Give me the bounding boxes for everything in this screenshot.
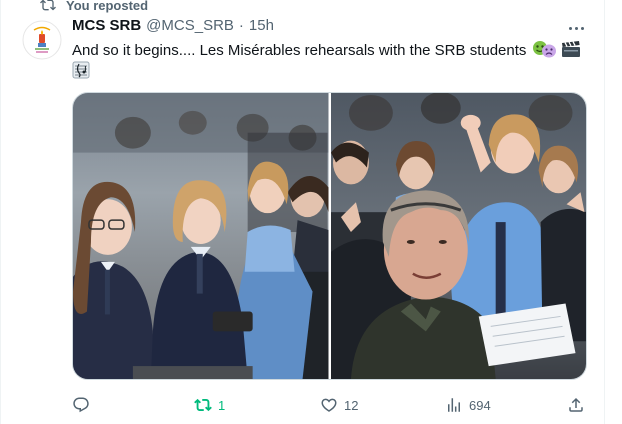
repost-icon [40,0,56,11]
reply-button[interactable] [72,394,90,416]
repost-banner[interactable]: You reposted [40,0,148,14]
header-separator: · [238,17,244,34]
timeline-border-right [604,0,605,424]
performing-arts-icon [532,41,556,58]
photo-students-row-image [73,93,329,379]
photo-group-selfie[interactable] [330,93,586,379]
repost-button[interactable]: 1 [194,394,225,416]
tweet-timestamp[interactable]: 15h [249,17,274,34]
views-button[interactable]: 694 [445,394,491,416]
views-icon [448,398,460,412]
avatar[interactable] [22,20,62,60]
share-button[interactable] [567,394,585,416]
share-icon [569,397,583,412]
tweet-text: And so it begins.... Les Misérables rehe… [72,40,587,82]
repost-count: 1 [218,397,226,413]
heart-icon [321,398,337,412]
tweet-body: And so it begins.... Les Misérables rehe… [72,42,527,59]
clapper-board-icon [561,41,580,57]
musical-score-icon [72,61,90,79]
like-count: 12 [344,397,359,413]
school-logo-icon [22,20,62,60]
more-options-icon[interactable] [566,20,586,36]
repost-icon [194,398,212,412]
author-handle[interactable]: @MCS_SRB [146,17,234,34]
reply-icon [73,397,89,413]
author-name[interactable]: MCS SRB [72,17,141,34]
repost-banner-label: You reposted [66,0,149,13]
media-grid[interactable] [72,92,587,380]
like-button[interactable]: 12 [320,394,358,416]
timeline-border-left [0,0,1,424]
photo-students-row[interactable] [73,93,329,379]
views-count: 694 [469,397,491,413]
tweet-header: MCS SRB @MCS_SRB · 15h [72,17,274,34]
tweet-actions: 1 12 694 [72,394,587,416]
photo-group-selfie-image [330,93,586,379]
